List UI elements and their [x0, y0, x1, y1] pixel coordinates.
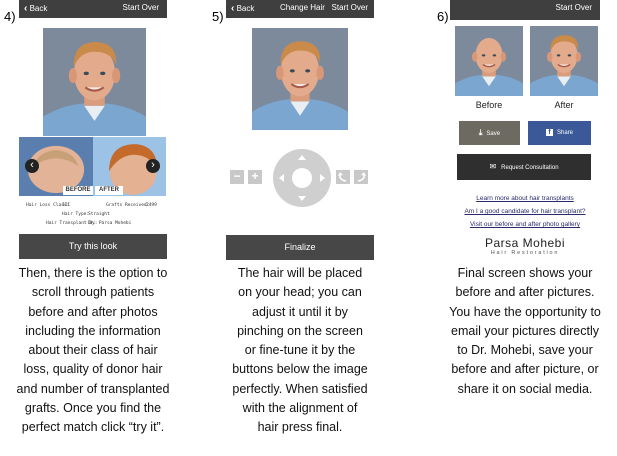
logo-subtitle: Hair Restoration	[490, 250, 560, 256]
grafts-value: 2499	[146, 203, 157, 208]
before-label: BEFORE	[63, 186, 93, 195]
panel-6-header: Start Over	[450, 0, 600, 20]
change-hair-button[interactable]: Change Hair	[280, 3, 325, 12]
caption-line: to Dr. Mohebi, save your	[457, 343, 593, 358]
facebook-icon: f	[545, 128, 553, 136]
panel-4-caption: Then, there is the option to scroll thro…	[3, 264, 183, 438]
caption-line: or fine-tune it by the	[244, 343, 356, 358]
rotate-left-button[interactable]	[336, 170, 350, 184]
panel-6-caption: Final screen shows your before and after…	[433, 264, 617, 399]
caption-line: before and after pictures.	[455, 285, 595, 300]
direction-pad[interactable]	[273, 149, 331, 207]
caption-line: Then, there is the option to	[18, 266, 168, 280]
before-label: Before	[475, 100, 503, 110]
chevron-left-icon: ‹	[24, 3, 28, 14]
panel-5-header: ‹ Back Change Hair Start Over	[226, 0, 374, 18]
chat-icon: ✉	[489, 162, 497, 171]
step-6-number: 6)	[437, 9, 449, 24]
caption-line: perfectly. When satisfied	[232, 381, 368, 396]
after-photo	[530, 26, 598, 96]
back-button[interactable]: ‹ Back	[231, 3, 254, 14]
caption-line: before and after photos	[28, 304, 158, 319]
caption-line: Final screen shows your	[457, 266, 593, 280]
grafts-label: Grafts Received:	[106, 203, 150, 208]
chevron-left-icon: ‹	[30, 159, 34, 171]
caption-line: The hair will be placed	[237, 266, 363, 280]
step-5-number: 5)	[212, 9, 224, 24]
rotate-left-icon	[338, 172, 347, 182]
learn-more-link[interactable]: Learn more about hair transplants	[435, 195, 615, 202]
caption-line: share it on social media.	[457, 381, 593, 396]
transplant-value: Dr. Parsa Mohebi	[88, 221, 132, 226]
request-consultation-button[interactable]: ✉ Request Consultation	[457, 154, 591, 180]
minus-icon: −	[233, 169, 241, 183]
rotate-right-icon	[357, 172, 366, 182]
plus-icon: +	[251, 169, 259, 183]
share-button[interactable]: f Share	[528, 121, 591, 145]
caption-line: perfect match click “try it”.	[21, 420, 165, 435]
caption-line: buttons below the image	[232, 362, 368, 377]
caption-line: on your head; you can	[238, 285, 362, 300]
download-icon: ⤓	[478, 128, 483, 137]
rotate-right-button[interactable]	[354, 170, 368, 184]
start-over-button[interactable]: Start Over	[123, 3, 159, 12]
back-button[interactable]: ‹ Back	[24, 3, 47, 14]
zoom-out-button[interactable]: −	[230, 170, 244, 184]
start-over-button[interactable]: Start Over	[556, 3, 592, 12]
gallery-link[interactable]: Visit our before and after photo gallery	[435, 221, 615, 228]
panel-5-user-photo	[252, 28, 348, 130]
caption-line: with the alignment of	[242, 401, 358, 416]
caption-line: loss, quality of donor hair	[23, 362, 163, 377]
step-4-number: 4)	[4, 9, 16, 24]
hair-loss-value: III	[62, 203, 71, 208]
prev-arrow-button[interactable]: ‹	[25, 159, 39, 173]
caption-line: before and after picture, or	[451, 362, 599, 377]
caption-line: grafts. Once you find the	[24, 401, 162, 416]
caption-line: email your pictures directly	[451, 323, 599, 338]
panel-4-user-photo	[43, 28, 146, 136]
caption-line: hair press final.	[257, 420, 343, 435]
caption-line: and number of transplanted	[16, 381, 170, 396]
start-over-button[interactable]: Start Over	[332, 3, 368, 12]
after-label: AFTER	[95, 186, 123, 195]
adjust-controls: − +	[226, 148, 374, 210]
candidate-link[interactable]: Am I a good candidate for hair transplan…	[435, 208, 615, 215]
panel-4-header: ‹ Back Start Over	[19, 0, 167, 18]
logo: Parsa Mohebi Hair Restoration	[475, 236, 575, 256]
finalize-button[interactable]: Finalize	[226, 235, 374, 260]
hair-type-label: Hair Type:	[62, 212, 90, 217]
dpad-arrows-icon	[279, 155, 325, 201]
before-photo	[455, 26, 523, 96]
caption-line: You have the opportunity to	[449, 304, 601, 319]
caption-line: about their class of hair	[28, 343, 158, 358]
hair-type-value: Straight	[88, 212, 110, 217]
zoom-in-button[interactable]: +	[248, 170, 262, 184]
caption-line: including the information	[25, 323, 161, 338]
logo-name: Parsa Mohebi	[484, 236, 566, 250]
chevron-right-icon: ›	[151, 159, 155, 171]
chevron-left-icon: ‹	[231, 3, 235, 14]
next-arrow-button[interactable]: ›	[146, 159, 160, 173]
caption-line: scroll through patients	[31, 285, 155, 300]
patient-gallery[interactable]: ‹ › BEFORE AFTER	[19, 137, 166, 196]
caption-line: adjust it until it by	[252, 304, 348, 319]
save-button[interactable]: ⤓ Save	[459, 121, 520, 145]
panel-5-caption: The hair will be placed on your head; yo…	[210, 264, 390, 438]
caption-line: pinching on the screen	[237, 323, 363, 338]
try-this-look-button[interactable]: Try this look	[19, 234, 167, 259]
after-label: After	[554, 100, 574, 110]
